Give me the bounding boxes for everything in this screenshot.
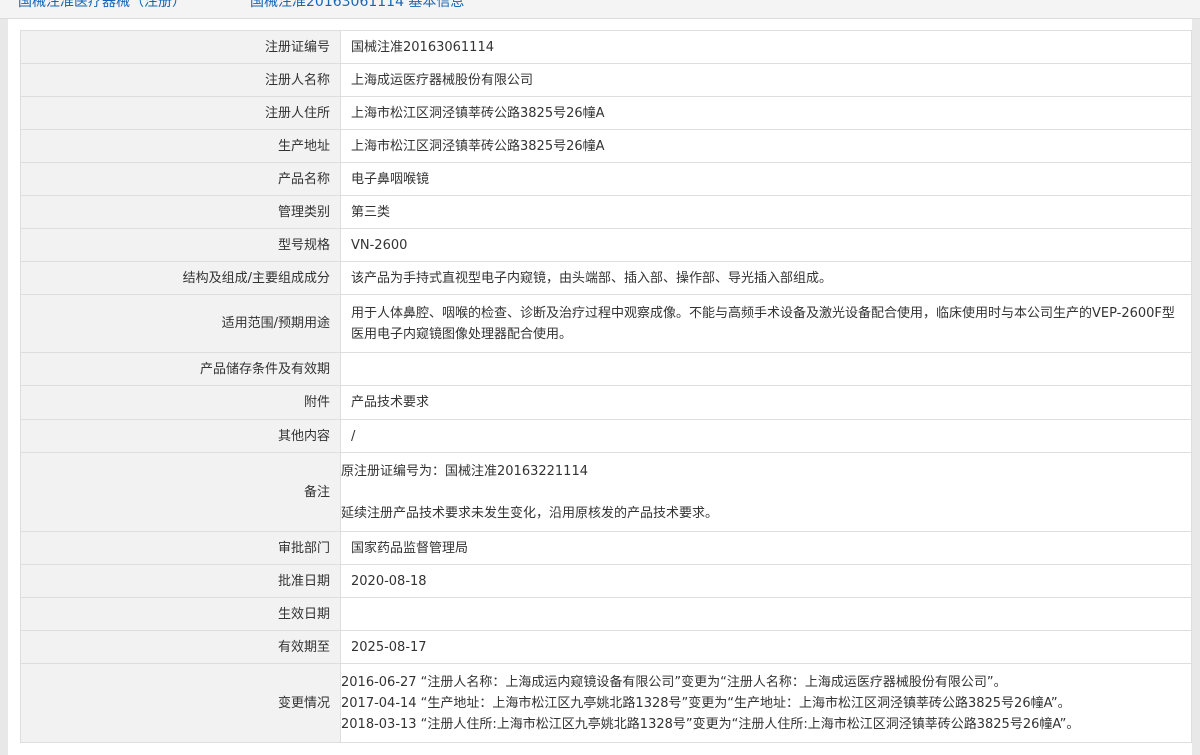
field-label: 型号规格 <box>20 228 341 262</box>
field-label: 审批部门 <box>20 531 341 565</box>
table-row: 备注 原注册证编号为：国械注准20163221114 延续注册产品技术要求未发生… <box>20 452 1192 532</box>
field-value <box>340 352 1192 386</box>
field-value: 2025-08-17 <box>340 630 1192 664</box>
field-value: 国家药品监督管理局 <box>340 531 1192 565</box>
field-value: 2016-06-27 “注册人名称：上海成运内窥镜设备有限公司”变更为“注册人名… <box>340 663 1192 743</box>
field-value: 上海市松江区洞泾镇莘砖公路3825号26幢A <box>340 96 1192 130</box>
field-label: 生效日期 <box>20 597 341 631</box>
table-row: 附件 产品技术要求 <box>20 385 1192 420</box>
field-label: 结构及组成/主要组成成分 <box>20 261 341 295</box>
remark-gap <box>341 482 1191 503</box>
table-row: 适用范围/预期用途 用于人体鼻腔、咽喉的检查、诊断及治疗过程中观察成像。不能与高… <box>20 294 1192 353</box>
field-value: 原注册证编号为：国械注准20163221114 延续注册产品技术要求未发生变化，… <box>340 452 1192 532</box>
breadcrumb-bar: 国械注准医疗器械（注册） 国械注准20163061114 基本信息 <box>0 0 1200 19</box>
field-label: 变更情况 <box>20 663 341 743</box>
field-value: 2020-08-18 <box>340 564 1192 598</box>
field-label: 备注 <box>20 452 341 532</box>
table-row: 管理类别 第三类 <box>20 195 1192 229</box>
field-label: 附件 <box>20 385 341 420</box>
field-value: VN-2600 <box>340 228 1192 262</box>
change-entry: 2017-04-14 “生产地址：上海市松江区九亭姚北路1328号”变更为“生产… <box>341 695 1071 711</box>
field-label: 注册人住所 <box>20 96 341 130</box>
field-label: 其他内容 <box>20 419 341 453</box>
breadcrumb-current: 国械注准20163061114 基本信息 <box>250 0 465 10</box>
breadcrumb-category[interactable]: 国械注准医疗器械（注册） <box>18 0 186 11</box>
field-label: 产品储存条件及有效期 <box>20 352 341 386</box>
table-row: 产品储存条件及有效期 <box>20 352 1192 386</box>
field-label: 注册人名称 <box>20 63 341 97</box>
table-row: 生产地址 上海市松江区洞泾镇莘砖公路3825号26幢A <box>20 129 1192 163</box>
table-row: 注册证编号 国械注准20163061114 <box>20 30 1192 64</box>
field-value: / <box>340 419 1192 453</box>
change-entry: 2016-06-27 “注册人名称：上海成运内窥镜设备有限公司”变更为“注册人名… <box>341 674 1007 690</box>
table-row: 型号规格 VN-2600 <box>20 228 1192 262</box>
table-row: 结构及组成/主要组成成分 该产品为手持式直视型电子内窥镜，由头端部、插入部、操作… <box>20 261 1192 295</box>
field-value: 该产品为手持式直视型电子内窥镜，由头端部、插入部、操作部、导光插入部组成。 <box>340 261 1192 295</box>
field-label: 生产地址 <box>20 129 341 163</box>
table-row: 生效日期 <box>20 597 1192 631</box>
field-value: 国械注准20163061114 <box>340 30 1192 64</box>
table-row: 审批部门 国家药品监督管理局 <box>20 531 1192 565</box>
table-row: 产品名称 电子鼻咽喉镜 <box>20 162 1192 196</box>
table-row: 有效期至 2025-08-17 <box>20 630 1192 664</box>
change-entry: 2018-03-13 “注册人住所:上海市松江区九亭姚北路1328号”变更为“注… <box>341 716 1080 732</box>
table-row: 变更情况 2016-06-27 “注册人名称：上海成运内窥镜设备有限公司”变更为… <box>20 663 1192 743</box>
remark-line: 原注册证编号为：国械注准20163221114 <box>341 463 588 479</box>
table-row: 注册人名称 上海成运医疗器械股份有限公司 <box>20 63 1192 97</box>
field-label: 有效期至 <box>20 630 341 664</box>
field-label: 管理类别 <box>20 195 341 229</box>
field-value <box>340 597 1192 631</box>
field-label: 适用范围/预期用途 <box>20 294 341 353</box>
table-row: 批准日期 2020-08-18 <box>20 564 1192 598</box>
field-value: 产品技术要求 <box>340 385 1192 420</box>
field-value: 上海成运医疗器械股份有限公司 <box>340 63 1192 97</box>
table-row: 其他内容 / <box>20 419 1192 453</box>
field-value: 用于人体鼻腔、咽喉的检查、诊断及治疗过程中观察成像。不能与高频手术设备及激光设备… <box>340 294 1192 353</box>
table-row: 注册人住所 上海市松江区洞泾镇莘砖公路3825号26幢A <box>20 96 1192 130</box>
field-value: 电子鼻咽喉镜 <box>340 162 1192 196</box>
detail-panel: 注册证编号 国械注准20163061114 注册人名称 上海成运医疗器械股份有限… <box>8 19 1192 755</box>
field-value: 第三类 <box>340 195 1192 229</box>
field-value: 上海市松江区洞泾镇莘砖公路3825号26幢A <box>340 129 1192 163</box>
registration-info-table: 注册证编号 国械注准20163061114 注册人名称 上海成运医疗器械股份有限… <box>20 30 1192 743</box>
field-label: 批准日期 <box>20 564 341 598</box>
remark-line: 延续注册产品技术要求未发生变化，沿用原核发的产品技术要求。 <box>341 505 719 521</box>
field-label: 注册证编号 <box>20 30 341 64</box>
field-label: 产品名称 <box>20 162 341 196</box>
